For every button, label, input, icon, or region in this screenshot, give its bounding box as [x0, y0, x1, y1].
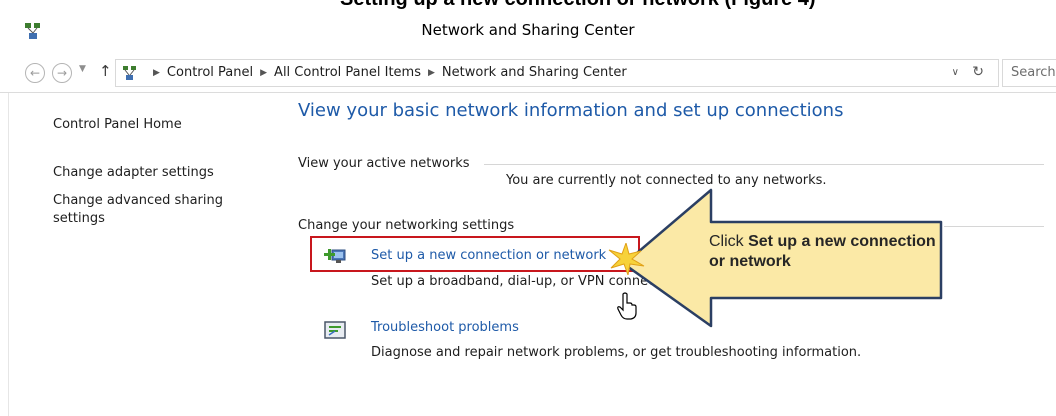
- breadcrumb-separator-icon: ▶: [260, 68, 268, 78]
- troubleshoot-link[interactable]: Troubleshoot problems: [371, 320, 519, 335]
- search-placeholder: Search: [1011, 65, 1056, 80]
- refresh-icon[interactable]: ↻: [972, 64, 984, 80]
- top-caption-strip: Setting up a new connection or network (…: [0, 0, 1056, 10]
- sidebar-divider: [8, 93, 9, 416]
- breadcrumb[interactable]: ▶ Control Panel ▶ All Control Panel Items ▶ N…: [115, 59, 999, 87]
- title-bar: Network and Sharing Center: [0, 10, 1056, 53]
- page-title: View your basic network information and …: [298, 100, 844, 121]
- troubleshoot-description: Diagnose and repair network problems, or…: [371, 345, 862, 360]
- network-center-icon: [123, 66, 136, 80]
- search-input[interactable]: Search: [1002, 59, 1056, 87]
- callout-prefix: Click: [709, 233, 749, 250]
- chevron-down-icon[interactable]: ∨: [952, 67, 959, 78]
- sidebar-item-change-adapter-settings[interactable]: Change adapter settings: [53, 164, 214, 182]
- forward-button[interactable]: →: [52, 63, 72, 83]
- breadcrumb-separator-icon: ▶: [428, 68, 435, 78]
- section-divider: [484, 164, 1044, 165]
- breadcrumb-separator-icon: ▶: [153, 68, 160, 78]
- troubleshoot-icon: [324, 321, 346, 339]
- recent-locations-icon[interactable]: ▼: [79, 64, 86, 74]
- callout-text: Click Set up a new connection or network: [709, 232, 949, 272]
- change-settings-label: Change your networking settings: [298, 218, 515, 233]
- top-caption: Setting up a new connection or network (…: [340, 0, 816, 10]
- breadcrumb-control-panel[interactable]: Control Panel: [167, 65, 253, 80]
- click-sparkle-icon: [608, 243, 645, 275]
- back-button[interactable]: ←: [25, 63, 45, 83]
- sidebar-item-change-advanced-sharing[interactable]: Change advanced sharing settings: [53, 192, 253, 228]
- sidebar-item-control-panel-home[interactable]: Control Panel Home: [53, 116, 182, 134]
- up-arrow-icon[interactable]: ↑: [99, 62, 112, 80]
- sidebar: [0, 93, 278, 416]
- active-networks-label: View your active networks: [298, 156, 470, 171]
- highlight-box: [310, 236, 640, 272]
- breadcrumb-all-items[interactable]: All Control Panel Items: [274, 65, 421, 80]
- not-connected-message: You are currently not connected to any n…: [506, 173, 827, 188]
- breadcrumb-network-center[interactable]: Network and Sharing Center: [442, 65, 627, 80]
- window-title: Network and Sharing Center: [421, 21, 635, 39]
- mouse-pointer-icon: [617, 292, 637, 320]
- forward-arrow-icon: →: [56, 66, 68, 80]
- breadcrumb-path: ▶ Control Panel ▶ All Control Panel Items ▶ N…: [146, 65, 627, 80]
- back-arrow-icon: ←: [29, 66, 41, 80]
- address-bar: ← → ▼ ↑ ▶ Control Panel ▶ All Control Panel…: [0, 53, 1056, 93]
